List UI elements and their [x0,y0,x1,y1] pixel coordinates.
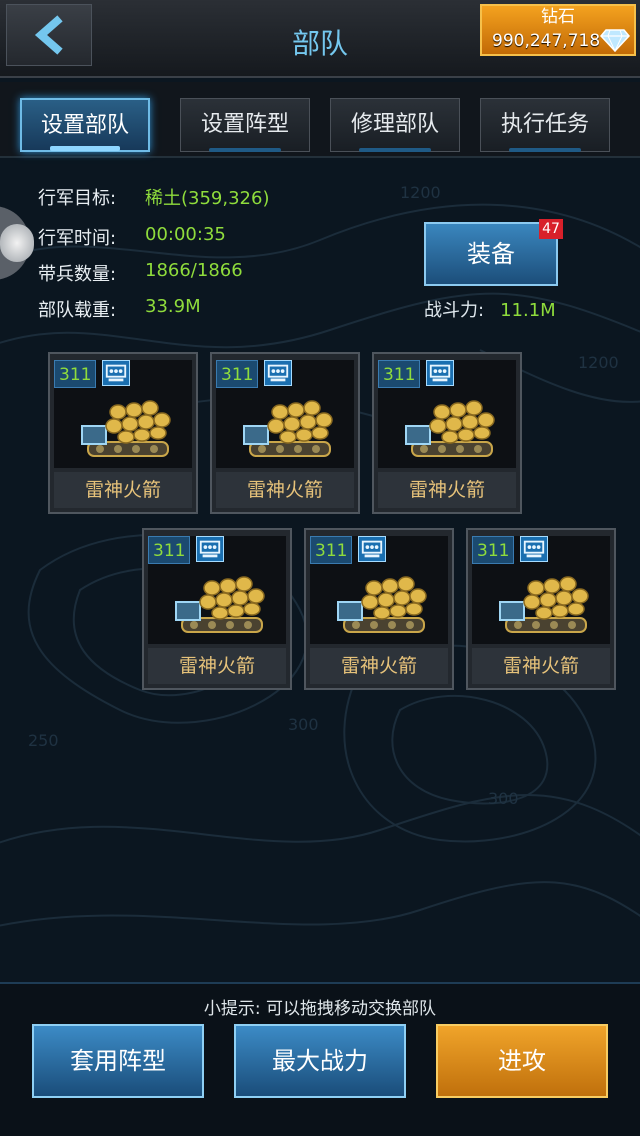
troop-load-row: 部队载重: 33.9M [38,296,201,322]
thor-rocket-unit-icon [243,400,333,457]
unit-card[interactable]: 311 雷神火箭 [210,352,360,514]
diamond-label: 钻石 [541,7,575,27]
unit-name: 雷神火箭 [148,648,286,684]
march-time-value: 00:00:35 [145,224,226,245]
combat-power-label: 战斗力: [424,300,485,321]
chevron-left-icon [34,15,63,55]
unit-card[interactable]: 311 雷神火箭 [466,528,616,690]
march-target-row: 行军目标: 稀土(359,326) [38,184,269,210]
combat-power-value: 11.1M [500,300,556,321]
tab-set-formation[interactable]: 设置阵型 [180,98,310,152]
equipment-button[interactable]: 装备 [424,222,558,286]
troop-load-value: 33.9M [145,296,201,317]
thor-rocket-unit-icon [175,576,265,633]
max-power-button[interactable]: 最大战力 [234,1024,406,1098]
map-label: 250 [28,731,59,750]
march-time-row: 行军时间: 00:00:35 [38,224,226,250]
diamond-value: 990,247,718 [492,31,601,51]
unit-level: 311 [54,360,97,388]
back-button[interactable] [6,4,92,66]
attack-button[interactable]: 进攻 [436,1024,608,1098]
unit-card[interactable]: 311 雷神火箭 [372,352,522,514]
rocket-launcher-type-icon [196,536,224,562]
unit-card[interactable]: 311 雷神火箭 [142,528,292,690]
header-bar: 部队 钻石 990,247,718 [0,0,640,78]
tab-bar: 设置部队 设置阵型 修理部队 执行任务 [0,82,640,158]
map-label: 300 [488,789,519,808]
march-time-label: 行军时间: [38,228,117,249]
map-label: 300 [288,715,319,734]
troop-count-label: 带兵数量: [38,264,117,285]
combat-power-row: 战斗力: 11.1M [424,296,556,322]
unit-level: 311 [148,536,191,564]
unit-level: 311 [378,360,421,388]
rocket-launcher-type-icon [426,360,454,386]
unit-level: 311 [310,536,353,564]
tip-text: 小提示: 可以拖拽移动交换部队 [203,999,437,1019]
troop-count-row: 带兵数量: 1866/1866 [38,260,243,286]
unit-name: 雷神火箭 [310,648,448,684]
thor-rocket-unit-icon [499,576,589,633]
apply-formation-button[interactable]: 套用阵型 [32,1024,204,1098]
unit-name: 雷神火箭 [378,472,516,508]
thor-rocket-unit-icon [81,400,171,457]
march-target-value: 稀土(359,326) [145,188,270,209]
march-target-label: 行军目标: [38,188,117,209]
unit-card[interactable]: 311 雷神火箭 [48,352,198,514]
unit-name: 雷神火箭 [472,648,610,684]
page-title: 部队 [291,27,348,60]
rocket-launcher-type-icon [102,360,130,386]
thor-rocket-unit-icon [405,400,495,457]
troop-load-label: 部队载重: [38,300,117,321]
unit-name: 雷神火箭 [54,472,192,508]
thor-rocket-unit-icon [337,576,427,633]
diamond-icon [600,29,630,52]
tab-execute-mission[interactable]: 执行任务 [480,98,610,152]
rocket-launcher-type-icon [520,536,548,562]
unit-level: 311 [472,536,515,564]
tab-set-troops[interactable]: 设置部队 [20,98,150,152]
diamond-balance[interactable]: 钻石 990,247,718 [480,4,636,56]
tab-repair-troops[interactable]: 修理部队 [330,98,460,152]
rocket-launcher-type-icon [264,360,292,386]
equipment-badge: 47 [539,219,563,239]
rocket-launcher-type-icon [358,536,386,562]
troop-count-value: 1866/1866 [145,260,243,281]
unit-card[interactable]: 311 雷神火箭 [304,528,454,690]
map-label: 1200 [400,183,441,202]
unit-level: 311 [216,360,259,388]
bottom-panel: 小提示: 可以拖拽移动交换部队 套用阵型 最大战力 进攻 [0,982,640,1136]
unit-name: 雷神火箭 [216,472,354,508]
map-label: 1200 [578,353,619,372]
